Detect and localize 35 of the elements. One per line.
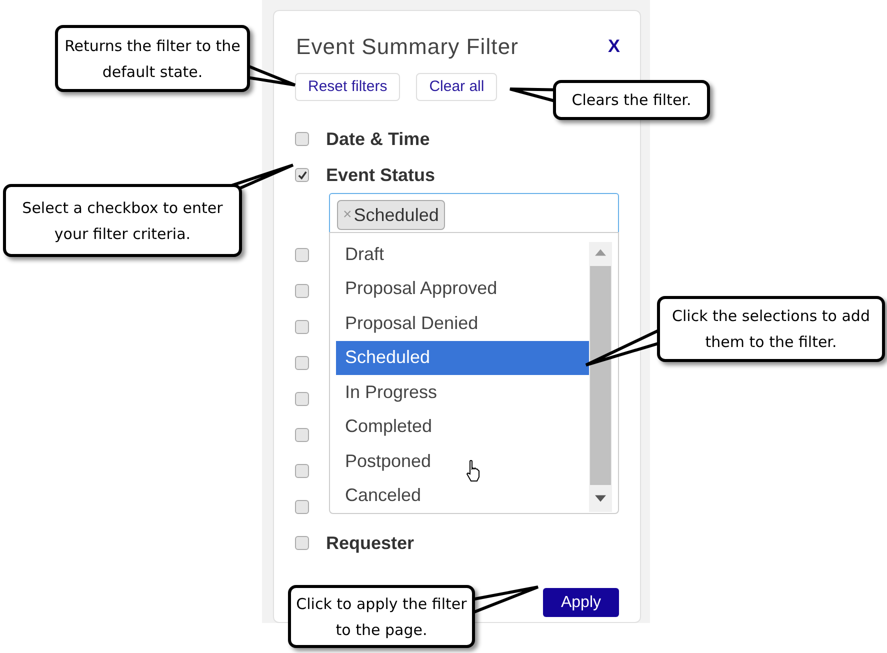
checkbox[interactable] [295, 464, 309, 478]
filter-label: Event Status [326, 164, 436, 186]
checkbox[interactable] [295, 428, 309, 442]
apply-button[interactable]: Apply [543, 588, 619, 617]
dropdown-option[interactable]: Proposal Approved [336, 272, 589, 306]
close-button[interactable]: X [608, 33, 620, 60]
dropdown-option[interactable]: Draft [336, 237, 589, 272]
checkbox[interactable] [295, 284, 309, 298]
checkbox[interactable] [295, 392, 309, 406]
clear-button[interactable]: Clear all [416, 73, 498, 101]
filter-label: Requester [326, 532, 414, 555]
checkbox[interactable] [295, 168, 309, 182]
dropdown-option[interactable]: In Progress [336, 375, 589, 410]
checkbox[interactable] [295, 356, 309, 370]
dropdown-option[interactable]: Postponed [336, 444, 589, 478]
selected-tag: ×Scheduled [337, 200, 445, 230]
checkbox[interactable] [295, 320, 309, 334]
checkbox[interactable] [295, 536, 309, 550]
dropdown-option[interactable]: Proposal Denied [336, 306, 589, 340]
scroll-up-icon[interactable] [595, 249, 606, 256]
dropdown-option[interactable]: Scheduled [336, 340, 589, 375]
filter-label: Date & Time [326, 128, 430, 150]
checkbox[interactable] [295, 500, 309, 514]
checkbox[interactable] [295, 132, 309, 146]
scrollbar-thumb[interactable] [590, 266, 611, 485]
checkbox[interactable] [295, 248, 309, 262]
panel-title: Event Summary Filter [296, 33, 518, 61]
dropdown-option[interactable]: Completed [336, 410, 589, 444]
scrollbar[interactable] [589, 242, 612, 512]
scroll-down-icon[interactable] [595, 495, 606, 502]
hand-cursor-icon [466, 460, 482, 482]
reset-button[interactable]: Reset filters [295, 73, 400, 101]
dropdown-option[interactable]: Canceled [336, 478, 589, 513]
callout: Returns the filter to the default state. [55, 25, 250, 92]
callout: Clears the filter. [553, 80, 710, 120]
